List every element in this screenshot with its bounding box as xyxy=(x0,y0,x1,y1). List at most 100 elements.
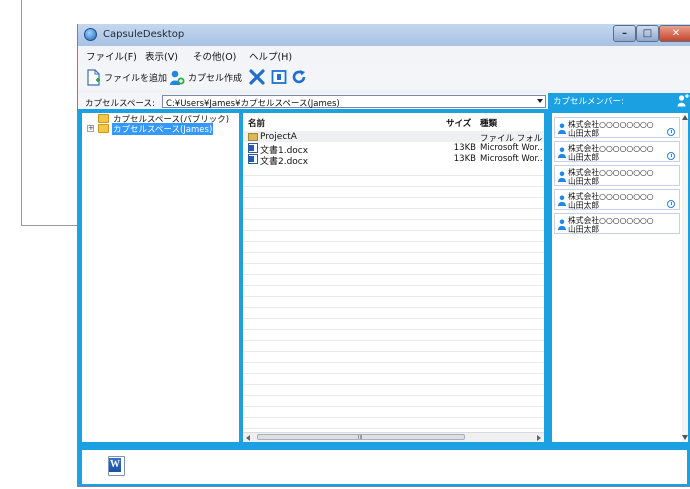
maximize-button[interactable]: □ xyxy=(636,25,659,42)
menu-help[interactable]: ヘルプ(H) xyxy=(249,49,292,63)
delete-button[interactable] xyxy=(249,68,265,86)
file-type: Microsoft Wor... xyxy=(480,143,542,153)
clock-icon xyxy=(667,152,675,160)
menu-bar: ファイル(F) 表示(V) その他(O) ヘルプ(H) xyxy=(78,46,690,64)
scroll-up-icon[interactable] xyxy=(682,115,688,120)
row-gridline xyxy=(243,296,544,297)
dock-area: W xyxy=(82,450,687,484)
scrollbar-thumb[interactable]: III xyxy=(257,434,465,441)
file-name: 文書2.docx xyxy=(260,157,309,167)
member-name: 山田太郎 xyxy=(568,225,600,234)
path-bar: カプセルスペース: C:¥Users¥James¥カプセルスペース(James) xyxy=(78,93,548,109)
row-gridline xyxy=(243,351,544,352)
add-file-button[interactable]: ファイルを追加 xyxy=(87,68,167,86)
minimize-button[interactable]: – xyxy=(613,25,636,42)
file-name: ProjectA xyxy=(260,132,297,142)
member-name: 山田太郎 xyxy=(568,177,600,186)
row-gridline xyxy=(243,395,544,396)
member-card[interactable]: 株式会社○○○○○○○○ 山田太郎 xyxy=(554,189,680,210)
toolbar: ファイルを追加 カプセル作成 xyxy=(78,64,690,90)
refresh-button[interactable] xyxy=(291,68,307,86)
member-card[interactable]: 株式会社○○○○○○○○ 山田太郎 xyxy=(554,165,680,186)
path-label: カプセルスペース: xyxy=(85,99,155,109)
row-gridline xyxy=(243,274,544,275)
folder-tree: カプセルスペース(パブリック) + カプセルスペース(James) xyxy=(82,113,239,442)
add-file-icon xyxy=(87,68,100,86)
dock-frame: W xyxy=(78,446,690,486)
close-button[interactable]: ✕ xyxy=(659,25,690,42)
horizontal-scrollbar[interactable]: III xyxy=(243,432,544,442)
scroll-left-icon[interactable] xyxy=(246,435,250,441)
row-gridline xyxy=(243,186,544,187)
member-panel: カプセルメンバー: 株式会社○○○○○○○○ 山田太郎 株式会社○○○○○○○○… xyxy=(548,93,690,446)
scroll-right-icon[interactable] xyxy=(537,435,541,441)
table-row[interactable]: 文書2.docx 13KB Microsoft Wor... xyxy=(243,153,544,167)
row-gridline xyxy=(243,230,544,231)
row-gridline xyxy=(243,329,544,330)
vertical-scrollbar[interactable] xyxy=(682,113,688,442)
refresh-icon xyxy=(292,70,306,84)
column-header-name[interactable]: 名前 xyxy=(248,117,265,129)
tree-item[interactable]: + カプセルスペース(James) xyxy=(87,122,214,135)
file-size: 13KB xyxy=(453,154,476,164)
word-app-icon[interactable]: W xyxy=(108,456,125,476)
expand-icon[interactable]: + xyxy=(87,125,94,132)
row-gridline xyxy=(243,208,544,209)
person-icon xyxy=(558,219,566,230)
callout-line-horizontal xyxy=(21,225,77,226)
menu-other[interactable]: その他(O) xyxy=(193,49,236,63)
member-card[interactable]: 株式会社○○○○○○○○ 山田太郎 xyxy=(554,117,680,138)
capsule-info-button[interactable] xyxy=(271,68,287,86)
row-gridline xyxy=(243,340,544,341)
folder-icon xyxy=(98,114,109,123)
person-icon xyxy=(558,195,566,206)
file-list: 名前 サイズ 種類 ProjectA ファイル フォルダー 文書1.docx 1… xyxy=(243,113,544,442)
row-gridline xyxy=(243,318,544,319)
create-capsule-button[interactable]: カプセル作成 xyxy=(169,68,242,86)
app-icon xyxy=(84,28,97,41)
member-card[interactable]: 株式会社○○○○○○○○ 山田太郎 xyxy=(554,213,680,234)
clock-icon xyxy=(667,200,675,208)
scroll-down-icon[interactable] xyxy=(682,435,688,440)
row-gridline xyxy=(243,406,544,407)
row-gridline xyxy=(243,362,544,363)
app-window: CapsuleDesktop – □ ✕ ファイル(F) 表示(V) その他(O… xyxy=(77,24,690,487)
file-size: 13KB xyxy=(453,143,476,153)
member-panel-title: カプセルメンバー: xyxy=(553,97,624,107)
row-gridline xyxy=(243,197,544,198)
row-gridline xyxy=(243,263,544,264)
row-gridline xyxy=(243,285,544,286)
row-gridline xyxy=(243,373,544,374)
column-header-type[interactable]: 種類 xyxy=(480,117,497,129)
tree-item-label: カプセルスペース(James) xyxy=(112,122,214,135)
member-card[interactable]: 株式会社○○○○○○○○ 山田太郎 xyxy=(554,141,680,162)
row-gridline xyxy=(243,307,544,308)
path-select[interactable]: C:¥Users¥James¥カプセルスペース(James) xyxy=(162,95,546,109)
create-capsule-label: カプセル作成 xyxy=(188,73,243,84)
person-icon xyxy=(558,147,566,158)
row-gridline xyxy=(243,428,544,429)
folder-icon xyxy=(98,124,109,133)
word-doc-icon xyxy=(248,143,258,153)
menu-file[interactable]: ファイル(F) xyxy=(86,49,137,63)
title-bar[interactable]: CapsuleDesktop – □ ✕ xyxy=(78,24,690,46)
column-header-size[interactable]: サイズ xyxy=(446,117,471,129)
file-type: Microsoft Wor... xyxy=(480,154,542,164)
person-icon xyxy=(558,171,566,182)
member-name: 山田太郎 xyxy=(568,201,600,210)
member-name: 山田太郎 xyxy=(568,129,600,138)
member-name: 山田太郎 xyxy=(568,153,600,162)
clock-icon xyxy=(667,128,675,136)
row-gridline xyxy=(243,219,544,220)
add-member-icon[interactable] xyxy=(677,94,689,107)
table-row[interactable]: 文書1.docx 13KB Microsoft Wor... xyxy=(243,142,544,156)
table-row[interactable]: ProjectA ファイル フォルダー xyxy=(243,131,544,144)
word-doc-icon xyxy=(248,154,258,164)
chevron-down-icon[interactable] xyxy=(537,99,543,103)
member-header: カプセルメンバー: xyxy=(548,93,690,108)
member-list: 株式会社○○○○○○○○ 山田太郎 株式会社○○○○○○○○ 山田太郎 株式会社… xyxy=(552,113,682,442)
menu-view[interactable]: 表示(V) xyxy=(145,49,178,63)
create-capsule-icon xyxy=(170,70,185,85)
row-gridline xyxy=(243,252,544,253)
row-gridline xyxy=(243,175,544,176)
